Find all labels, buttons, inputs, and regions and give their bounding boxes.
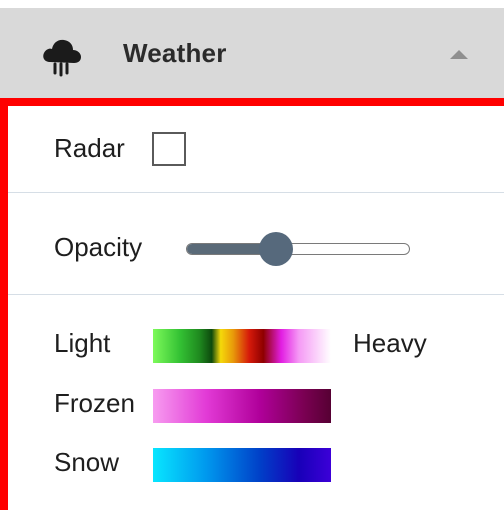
divider bbox=[8, 294, 504, 295]
opacity-label: Opacity bbox=[54, 232, 143, 262]
chevron-up-icon[interactable] bbox=[450, 50, 468, 59]
radar-checkbox[interactable] bbox=[152, 132, 186, 166]
legend-frozen-label: Frozen bbox=[54, 388, 135, 418]
divider bbox=[8, 192, 504, 193]
radar-label: Radar bbox=[54, 133, 125, 163]
legend-snow-label: Snow bbox=[54, 447, 120, 477]
snow-color-scale bbox=[153, 448, 331, 482]
weather-settings: Radar Opacity Light Heavy Frozen Snow bbox=[0, 98, 504, 510]
light-to-heavy-color-scale bbox=[153, 329, 331, 363]
weather-header[interactable]: Weather bbox=[0, 8, 504, 98]
legend-heavy-label: Heavy bbox=[353, 328, 427, 358]
frozen-color-scale bbox=[153, 389, 331, 423]
legend-light-label: Light bbox=[54, 328, 111, 358]
weather-panel: Weather Radar Opacity Light Heavy Frozen… bbox=[0, 0, 504, 510]
opacity-slider[interactable] bbox=[186, 232, 410, 266]
panel-title: Weather bbox=[123, 38, 227, 68]
opacity-slider-thumb[interactable] bbox=[258, 232, 293, 266]
cloud-rain-icon bbox=[43, 39, 81, 77]
